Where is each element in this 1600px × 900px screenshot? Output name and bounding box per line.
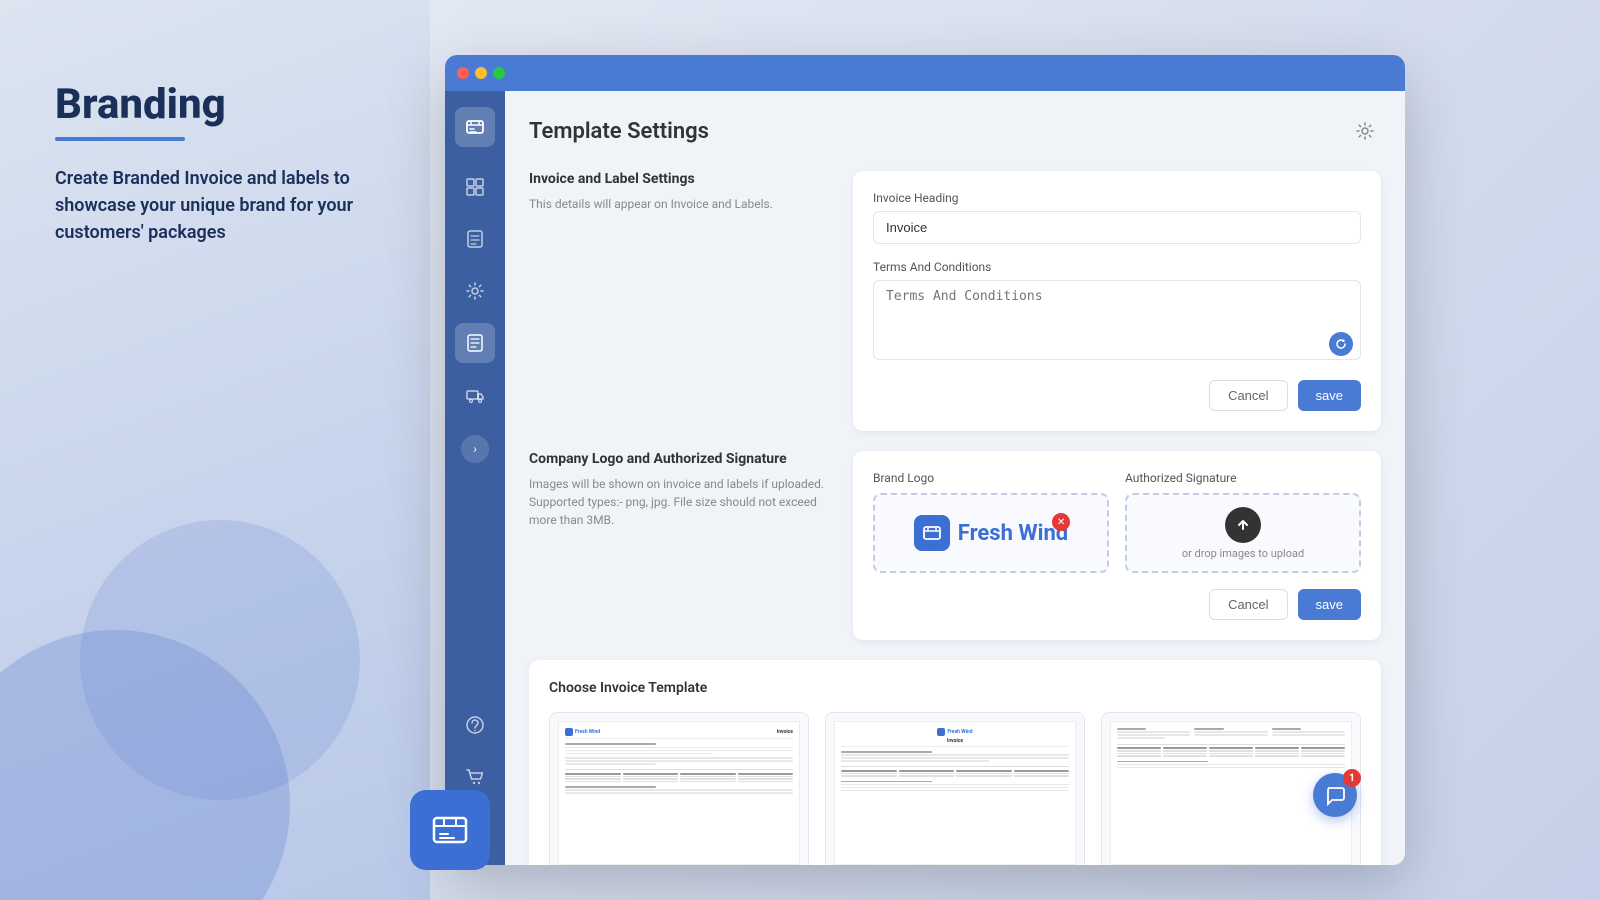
templates-row: Fresh Wind Invoice [549, 712, 1361, 865]
refresh-icon[interactable] [1329, 332, 1353, 356]
brand-logo-left: Company Logo and Authorized Signature Im… [529, 451, 829, 640]
invoice-heading-label: Invoice Heading [873, 191, 1361, 205]
terms-label: Terms And Conditions [873, 260, 1361, 274]
brand-logo-area: Brand Logo [873, 471, 1109, 573]
invoice-save-button[interactable]: save [1298, 380, 1361, 411]
brand-logo-label: Brand Logo [873, 471, 1109, 485]
sidebar-item-logo[interactable] [455, 107, 495, 147]
invoice-card-actions: Cancel save [873, 380, 1361, 411]
main-window: › [445, 55, 1405, 865]
sig-upload-box[interactable]: or drop images to upload [1125, 493, 1361, 573]
brand-logo-card-actions: Cancel save [873, 589, 1361, 620]
template-preview-1: Fresh Wind Invoice [550, 713, 808, 865]
template-preview-2: Fresh Wind Invoice [826, 713, 1084, 865]
logo-preview-wrapper: Fresh Wind ✕ [914, 515, 1068, 551]
mini-invoice-2: Fresh Wind Invoice [834, 721, 1076, 865]
sidebar-item-support[interactable] [455, 705, 495, 745]
mini-invoice-1: Fresh Wind Invoice [558, 721, 800, 865]
sig-label: Authorized Signature [1125, 471, 1361, 485]
logo-sig-row: Brand Logo [873, 471, 1361, 573]
minimize-button[interactable] [475, 67, 487, 79]
page-title: Template Settings [529, 119, 709, 144]
left-content: Branding Create Branded Invoice and labe… [55, 80, 385, 246]
brand-save-button[interactable]: save [1298, 589, 1361, 620]
branding-description: Create Branded Invoice and labels to sho… [55, 165, 385, 246]
sig-upload-content: or drop images to upload [1182, 507, 1304, 560]
brand-logo-title: Company Logo and Authorized Signature [529, 451, 829, 467]
invoice-settings-section: Invoice and Label Settings This details … [529, 171, 1381, 431]
chat-badge: 1 [1343, 769, 1361, 787]
brand-logo-section: Company Logo and Authorized Signature Im… [529, 451, 1381, 640]
sidebar-item-branding[interactable] [455, 323, 495, 363]
invoice-settings-left: Invoice and Label Settings This details … [529, 171, 829, 431]
invoice-settings-title: Invoice and Label Settings [529, 171, 829, 187]
sidebar-item-shipping[interactable] [455, 375, 495, 415]
invoice-settings-card: Invoice Heading Terms And Conditions [853, 171, 1381, 431]
brand-logo-upload-box[interactable]: Fresh Wind ✕ [873, 493, 1109, 573]
sidebar: › [445, 91, 505, 865]
sidebar-item-settings[interactable] [455, 271, 495, 311]
logo-preview-content: Fresh Wind ✕ [914, 515, 1068, 551]
chat-button[interactable]: 1 [1313, 773, 1357, 817]
invoice-settings-desc: This details will appear on Invoice and … [529, 195, 829, 213]
branding-title: Branding [55, 80, 385, 129]
settings-gear-button[interactable] [1349, 115, 1381, 147]
maximize-button[interactable] [493, 67, 505, 79]
signature-area: Authorized Signature or drop images to u… [1125, 471, 1361, 573]
main-content: Template Settings Invoice and Label Sett… [505, 91, 1405, 865]
sidebar-item-orders[interactable] [455, 219, 495, 259]
invoice-heading-input[interactable] [873, 211, 1361, 244]
template-item-1[interactable]: Fresh Wind Invoice [549, 712, 809, 865]
template-item-2[interactable]: Fresh Wind Invoice [825, 712, 1085, 865]
upload-arrow-icon [1225, 507, 1261, 543]
title-bar [445, 55, 1405, 91]
terms-textarea[interactable] [873, 280, 1361, 360]
terms-textarea-wrapper [873, 280, 1361, 364]
brand-logo-card: Brand Logo [853, 451, 1381, 640]
close-button[interactable] [457, 67, 469, 79]
sidebar-item-grid[interactable] [455, 167, 495, 207]
brand-logo-desc: Images will be shown on invoice and labe… [529, 475, 829, 529]
invoice-cancel-button[interactable]: Cancel [1209, 380, 1287, 411]
upload-drop-text: or drop images to upload [1182, 547, 1304, 560]
branding-underline [55, 137, 185, 141]
template-section-title: Choose Invoice Template [549, 680, 1361, 696]
sidebar-collapse-button[interactable]: › [461, 435, 489, 463]
logo-preview: Fresh Wind [914, 515, 1068, 551]
template-section: Choose Invoice Template Fresh Wind [529, 660, 1381, 865]
brand-cancel-button[interactable]: Cancel [1209, 589, 1287, 620]
window-body: › [445, 91, 1405, 865]
bottom-box-icon [410, 790, 490, 870]
chevron-right-icon: › [473, 442, 477, 456]
content-header: Template Settings [529, 115, 1381, 147]
company-logo-icon [914, 515, 950, 551]
